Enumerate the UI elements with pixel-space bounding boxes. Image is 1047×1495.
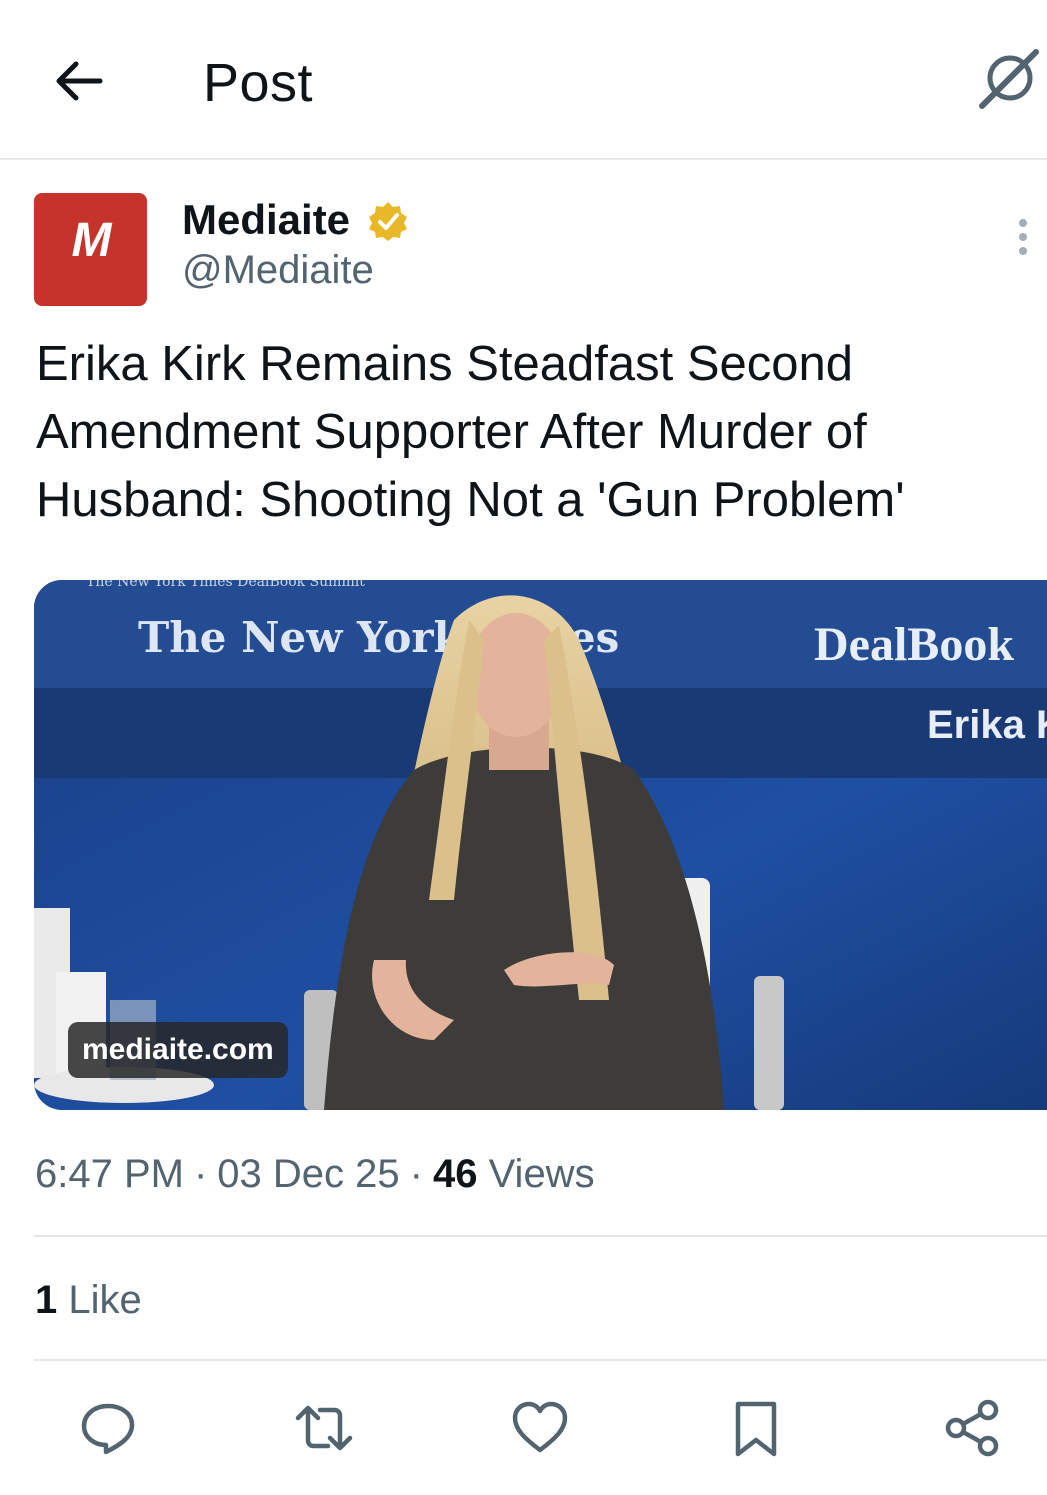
divider [34, 1359, 1047, 1361]
repost-button[interactable] [294, 1398, 354, 1458]
back-button[interactable] [48, 50, 110, 112]
post-meta: 6:47 PM · 03 Dec 25 · 46 Views [35, 1152, 595, 1197]
grok-icon [979, 49, 1039, 109]
media-source-badge[interactable]: mediaite.com [68, 1022, 288, 1078]
bookmark-icon [735, 1401, 777, 1457]
top-bar: Post [0, 0, 1047, 160]
post-text: Erika Kirk Remains Steadfast Second Amen… [36, 337, 905, 527]
dealbook-brand-text: DealBook [814, 618, 1014, 671]
divider [34, 1235, 1047, 1237]
grok-button[interactable] [976, 46, 1042, 112]
arrow-left-icon [56, 61, 103, 101]
views-label: Views [488, 1152, 595, 1196]
share-icon [945, 1399, 999, 1457]
avatar-logo-letter: M [71, 214, 112, 267]
likes-summary[interactable]: 1 Like [35, 1278, 142, 1323]
more-vertical-icon [1019, 219, 1027, 255]
post-time: 6:47 PM [35, 1152, 184, 1196]
avatar[interactable]: M [34, 193, 147, 306]
page-title: Post [203, 53, 314, 113]
like-icon [512, 1401, 568, 1453]
verified-badge-icon [369, 202, 407, 241]
share-button[interactable] [942, 1398, 1002, 1458]
reply-button[interactable] [78, 1398, 138, 1458]
repost-icon [295, 1405, 353, 1451]
meta-separator: · [409, 1152, 423, 1196]
views-count: 46 [432, 1152, 478, 1196]
likes-count: 1 [35, 1278, 58, 1322]
lower-third-text: Erika K [927, 703, 1047, 747]
reply-icon [81, 1403, 135, 1455]
author-handle[interactable]: @Mediaite [182, 248, 374, 293]
likes-label: Like [68, 1278, 142, 1322]
post-date: 03 Dec 25 [217, 1152, 400, 1196]
meta-separator: · [193, 1152, 208, 1196]
author-name[interactable]: Mediaite [182, 196, 350, 244]
banner-small-text: The New York Times DealBook Summit [86, 580, 365, 590]
bookmark-button[interactable] [726, 1398, 786, 1458]
like-button[interactable] [510, 1398, 570, 1458]
more-options-button[interactable] [1008, 218, 1038, 258]
